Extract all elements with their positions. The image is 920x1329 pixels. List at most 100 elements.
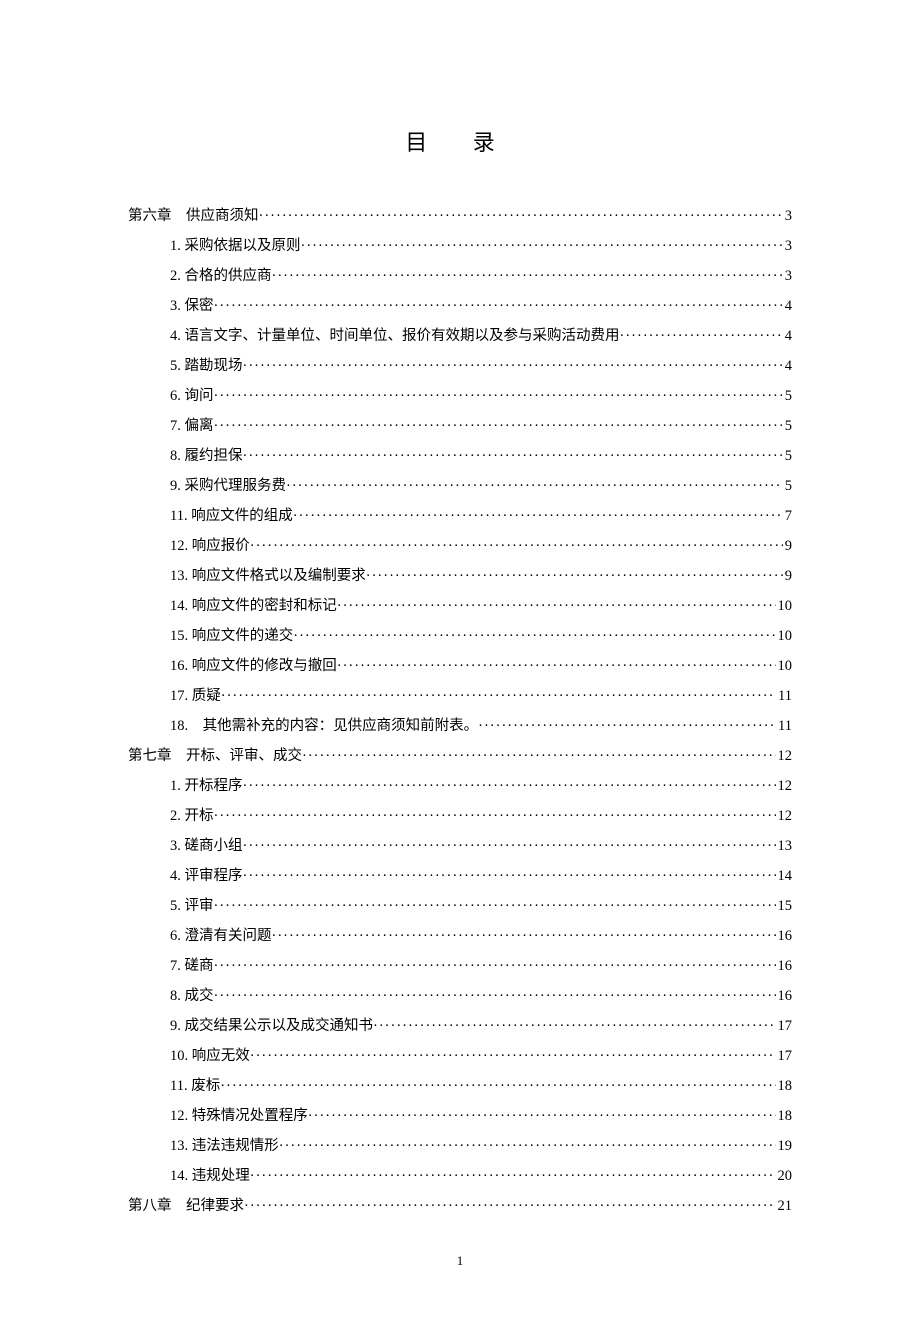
toc-label: 3. 保密 <box>170 299 214 314</box>
toc-leader <box>243 359 783 374</box>
toc-leader <box>373 1019 776 1034</box>
toc-label: 12. 特殊情况处置程序 <box>170 1109 308 1124</box>
toc-leader <box>214 899 776 914</box>
toc-label: 18. 其他需补充的内容：见供应商须知前附表。 <box>170 719 478 734</box>
toc-row: 第八章 纪律要求 21 <box>128 1199 792 1214</box>
toc-leader <box>337 659 776 674</box>
toc-row: 11. 响应文件的组成7 <box>128 509 792 524</box>
toc-row: 4. 评审程序14 <box>128 869 792 884</box>
toc-page: 16 <box>776 959 793 974</box>
toc-row: 17. 质疑11 <box>128 689 792 704</box>
toc-page: 17 <box>776 1049 793 1064</box>
toc-label: 13. 响应文件格式以及编制要求 <box>170 569 366 584</box>
toc-row: 第七章 开标、评审、成交 12 <box>128 749 792 764</box>
toc-leader <box>620 329 783 344</box>
toc-label: 14. 违规处理 <box>170 1169 250 1184</box>
toc-row: 2. 开标12 <box>128 809 792 824</box>
toc-page: 10 <box>776 599 793 614</box>
toc-leader <box>366 569 783 584</box>
toc-label: 8. 成交 <box>170 989 214 1004</box>
toc-leader <box>214 389 783 404</box>
toc-label: 5. 踏勘现场 <box>170 359 243 374</box>
toc-leader <box>243 779 776 794</box>
toc-row: 7. 偏离 5 <box>128 419 792 434</box>
toc-leader <box>250 1049 776 1064</box>
toc-leader <box>221 689 776 704</box>
toc-label: 12. 响应报价 <box>170 539 250 554</box>
toc-label: 第八章 纪律要求 <box>128 1199 244 1214</box>
toc-list: 第六章 供应商须知31. 采购依据以及原则32. 合格的供应商33. 保密44.… <box>128 209 792 1214</box>
toc-page: 19 <box>776 1139 793 1154</box>
toc-row: 13. 响应文件格式以及编制要求 9 <box>128 569 792 584</box>
toc-leader <box>220 1079 775 1094</box>
toc-page: 21 <box>776 1199 793 1214</box>
toc-page: 11 <box>776 689 792 704</box>
toc-leader <box>302 749 776 764</box>
toc-row: 8. 成交16 <box>128 989 792 1004</box>
toc-label: 9. 成交结果公示以及成交通知书 <box>170 1019 373 1034</box>
toc-row: 6. 澄清有关问题16 <box>128 929 792 944</box>
toc-label: 9. 采购代理服务费 <box>170 479 286 494</box>
toc-row: 3. 保密 4 <box>128 299 792 314</box>
toc-leader <box>214 809 776 824</box>
toc-page: 18 <box>776 1079 793 1094</box>
toc-page: 5 <box>783 449 792 464</box>
toc-row: 9. 采购代理服务费5 <box>128 479 792 494</box>
toc-page: 14 <box>776 869 793 884</box>
toc-label: 8. 履约担保 <box>170 449 243 464</box>
toc-row: 1. 开标程序 12 <box>128 779 792 794</box>
toc-row: 3. 磋商小组13 <box>128 839 792 854</box>
toc-label: 7. 磋商 <box>170 959 214 974</box>
toc-page: 9 <box>783 539 792 554</box>
toc-leader <box>337 599 776 614</box>
page-number: 1 <box>128 1253 792 1269</box>
toc-leader <box>214 419 783 434</box>
toc-page: 15 <box>776 899 793 914</box>
toc-label: 13. 违法违规情形 <box>170 1139 279 1154</box>
toc-label: 15. 响应文件的递交 <box>170 629 293 644</box>
toc-leader <box>250 1169 776 1184</box>
toc-leader <box>286 479 783 494</box>
toc-leader <box>214 989 776 1004</box>
toc-label: 1. 开标程序 <box>170 779 243 794</box>
toc-row: 14. 违规处理 20 <box>128 1169 792 1184</box>
toc-leader <box>214 299 783 314</box>
toc-label: 1. 采购依据以及原则 <box>170 239 301 254</box>
toc-label: 7. 偏离 <box>170 419 214 434</box>
toc-row: 15. 响应文件的递交 10 <box>128 629 792 644</box>
toc-label: 2. 合格的供应商 <box>170 269 272 284</box>
toc-page: 20 <box>776 1169 793 1184</box>
toc-leader <box>214 959 776 974</box>
toc-leader <box>243 869 776 884</box>
toc-page: 12 <box>776 809 793 824</box>
toc-leader <box>293 509 783 524</box>
toc-page: 12 <box>776 779 793 794</box>
toc-label: 6. 询问 <box>170 389 214 404</box>
toc-row: 13. 违法违规情形 19 <box>128 1139 792 1154</box>
toc-row: 7. 磋商 16 <box>128 959 792 974</box>
toc-page: 10 <box>776 659 793 674</box>
toc-label: 16. 响应文件的修改与撤回 <box>170 659 337 674</box>
toc-page: 12 <box>776 749 793 764</box>
toc-label: 10. 响应无效 <box>170 1049 250 1064</box>
toc-label: 5. 评审 <box>170 899 214 914</box>
toc-row: 9. 成交结果公示以及成交通知书 17 <box>128 1019 792 1034</box>
toc-page: 16 <box>776 929 793 944</box>
toc-page: 10 <box>776 629 793 644</box>
toc-page: 4 <box>783 299 792 314</box>
toc-leader <box>243 839 776 854</box>
toc-leader <box>478 719 776 734</box>
toc-page: 18 <box>776 1109 793 1124</box>
toc-row: 1. 采购依据以及原则3 <box>128 239 792 254</box>
toc-label: 4. 语言文字、计量单位、时间单位、报价有效期以及参与采购活动费用 <box>170 329 620 344</box>
toc-page: 17 <box>776 1019 793 1034</box>
toc-row: 11. 废标18 <box>128 1079 792 1094</box>
toc-leader <box>243 449 783 464</box>
toc-page: 9 <box>783 569 792 584</box>
toc-page: 5 <box>783 419 792 434</box>
toc-page: 3 <box>783 209 792 224</box>
toc-label: 第七章 开标、评审、成交 <box>128 749 302 764</box>
toc-row: 5. 评审 15 <box>128 899 792 914</box>
toc-leader <box>272 269 783 284</box>
toc-page: 13 <box>776 839 793 854</box>
